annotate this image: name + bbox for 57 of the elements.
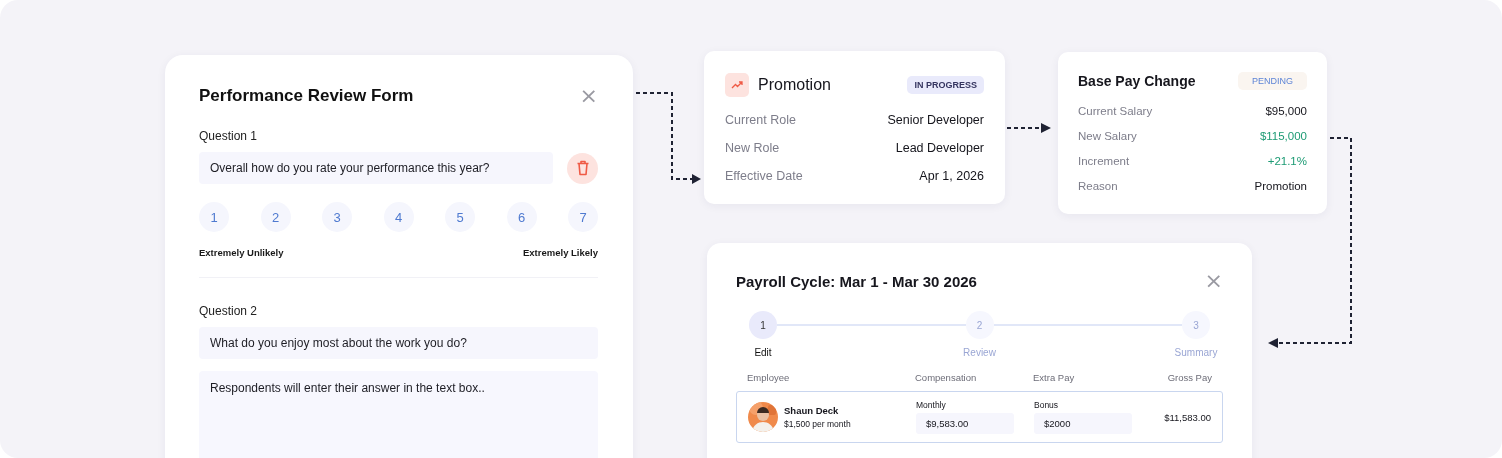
field-value: Promotion — [1254, 179, 1307, 192]
field-label: Reason — [1078, 179, 1118, 192]
field-label: New Role — [725, 141, 780, 155]
step-circle[interactable]: 3 — [1182, 311, 1210, 339]
rating-option[interactable]: 2 — [260, 202, 291, 232]
step-label: Summary — [1174, 347, 1218, 358]
scale-label: Extremely Unlikely — [199, 247, 284, 258]
close-button[interactable]: × — [1204, 270, 1223, 292]
field-value: Apr 1, 2026 — [919, 169, 984, 183]
card-title: Promotion — [758, 76, 832, 94]
status-badge: IN PROGRESS — [907, 76, 984, 94]
close-button[interactable]: × — [579, 85, 598, 107]
question-label: Question 2 — [199, 304, 259, 318]
column-header: Employee — [747, 372, 791, 383]
field-value: Lead Developer — [895, 141, 984, 155]
rating-option[interactable]: 5 — [445, 202, 475, 232]
field-label: Effective Date — [725, 169, 803, 183]
employee-name: Shaun Deck — [784, 405, 840, 416]
rating-option[interactable]: 7 — [568, 202, 598, 232]
field-label: Current Salary — [1078, 104, 1153, 117]
input-field[interactable]: $2000 — [1034, 413, 1132, 434]
trend-icon — [725, 73, 749, 97]
rating-option[interactable]: 6 — [506, 202, 537, 232]
field-value: $95,000 — [1265, 104, 1307, 117]
question-field[interactable]: Overall how do you rate your performance this year? — [199, 152, 553, 184]
field-label: Current Role — [725, 113, 796, 127]
rating-option[interactable]: 3 — [322, 202, 352, 232]
field-value: $115,000 — [1259, 129, 1307, 142]
input-field[interactable]: $9,583.00 — [916, 413, 1014, 434]
step-label: Edit — [754, 347, 772, 358]
column-header: Gross Pay — [1167, 372, 1212, 383]
field-label: New Salary — [1078, 129, 1137, 142]
connector-arrow — [1006, 123, 1051, 133]
scale-label: Extremely Likely — [523, 247, 598, 258]
rating-option[interactable]: 1 — [199, 202, 229, 232]
step-label: Review — [963, 347, 996, 358]
question-label: Question 1 — [199, 129, 259, 143]
field-label: Monthly — [916, 400, 947, 410]
status-badge: PENDING — [1238, 72, 1307, 90]
gross-pay: $11,583.00 — [1164, 411, 1211, 423]
employee-rate: $1,500 per month — [784, 419, 851, 429]
card-title: Base Pay Change — [1078, 73, 1196, 89]
form-title: Performance Review Form — [199, 86, 414, 106]
rating-option[interactable]: 4 — [383, 202, 414, 232]
field-label: Increment — [1078, 154, 1130, 167]
field-value: +21.1% — [1267, 154, 1307, 167]
answer-box[interactable]: Respondents will enter their answer in the text box.. — [199, 371, 598, 458]
question-field[interactable]: What do you enjoy most about the work you do? — [199, 327, 598, 359]
step-circle[interactable]: 2 — [965, 311, 994, 339]
trash-icon — [575, 160, 590, 176]
delete-button[interactable] — [567, 152, 598, 184]
payroll-title: Payroll Cycle: Mar 1 - Mar 30 2026 — [736, 272, 977, 290]
column-header: Compensation — [915, 372, 978, 383]
field-value: Senior Developer — [887, 113, 984, 127]
column-header: Extra Pay — [1033, 372, 1076, 383]
step-circle[interactable]: 1 — [749, 311, 777, 339]
field-label: Bonus — [1034, 400, 1060, 410]
